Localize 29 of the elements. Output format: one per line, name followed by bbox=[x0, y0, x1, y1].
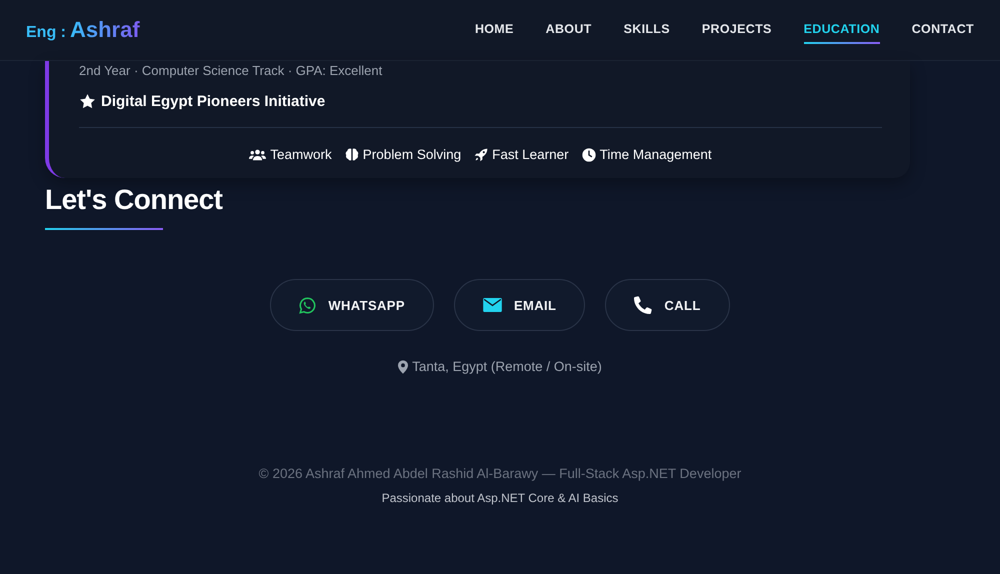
email-button[interactable]: EMAIL bbox=[454, 279, 586, 331]
users-icon bbox=[249, 148, 266, 160]
call-button[interactable]: CALL bbox=[605, 279, 730, 331]
envelope-icon bbox=[482, 298, 502, 312]
nav-link[interactable]: SKILLS bbox=[624, 16, 670, 44]
brain-icon bbox=[344, 148, 359, 161]
section-title: Let's Connect bbox=[45, 184, 224, 216]
star-icon bbox=[79, 93, 96, 110]
education-details: 2nd Year · Computer Science Track · GPA: Excellent bbox=[79, 62, 384, 79]
whatsapp-button[interactable]: WHATSAPP bbox=[270, 279, 434, 331]
footer-tagline: Passionate about Asp.NET Core & AI Basics bbox=[380, 491, 620, 505]
copyright-text: © 2026 Ashraf Ahmed Abdel Rashid Al-Barawy — Full-Stack Asp.NET Developer bbox=[258, 466, 742, 481]
nav-link[interactable]: CONTACT bbox=[912, 16, 974, 44]
nav-link[interactable]: HOME bbox=[474, 16, 514, 44]
soft-skill-label: Teamwork bbox=[270, 147, 332, 162]
clock-icon bbox=[582, 148, 596, 162]
location-text: Tanta, Egypt (Remote / On-site) bbox=[412, 359, 602, 374]
achievement-title: Digital Egypt Pioneers Initiative bbox=[101, 93, 326, 110]
map-pin-icon bbox=[398, 360, 408, 374]
nav-link[interactable]: ABOUT bbox=[546, 16, 592, 44]
chat-bubble-icon bbox=[299, 296, 316, 314]
phone-icon bbox=[634, 296, 652, 314]
nav-link[interactable]: EDUCATION bbox=[804, 16, 880, 44]
nav-link[interactable]: PROJECTS bbox=[702, 16, 772, 44]
rocket-icon bbox=[474, 148, 488, 162]
soft-skill-label: Time Management bbox=[600, 147, 712, 162]
soft-skill-label: Problem Solving bbox=[362, 147, 462, 162]
logo-prefix: Eng : bbox=[26, 24, 66, 42]
soft-skill-label: Fast Learner bbox=[492, 147, 569, 162]
